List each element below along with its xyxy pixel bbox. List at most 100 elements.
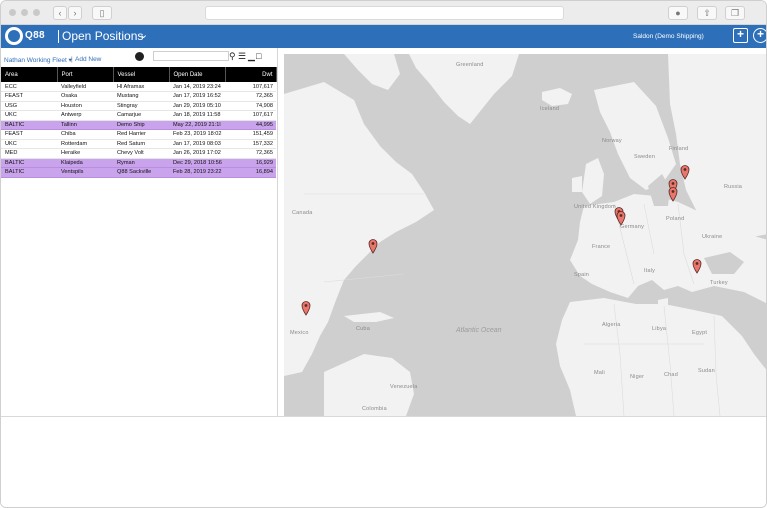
forward-icon[interactable]: › [68,6,82,20]
cell-area: BALTIC [1,120,57,130]
map-label-sweden: Sweden [634,154,656,160]
column-header-open-date[interactable]: Open Date [169,67,226,82]
cell-vessel: Mustang [113,91,169,102]
browser-toolbar: ‹ › ▯ ● ⇧ ❐ [1,1,766,25]
map-label-algeria: Algeria [602,322,621,328]
table-row[interactable]: BALTIC Tallinn Demo Ship May 22, 2019 21:1l… [1,120,276,130]
map-label-united-kingdom: United Kingdom [574,204,616,210]
q88-logo[interactable]: Q88 [5,27,57,46]
app-header: Q88 Open Positions ⌄ Saldon (Demo Shippi… [1,25,766,48]
map-pin-icon[interactable] [368,238,378,254]
cell-dwt: 74,908 [225,101,276,111]
land-ireland [572,176,582,192]
cell-dwt: 157,332 [225,139,276,149]
cell-open-date: Jan 14, 2019 23:24 [169,82,225,92]
cell-area: FEAST [1,91,57,102]
cell-dwt: 107,617 [225,82,276,92]
page-title[interactable]: Open Positions [62,29,143,43]
cell-area: UKC [1,139,57,149]
address-bar[interactable] [205,6,564,20]
table-row[interactable]: BALTIC Klaipeda Ryman Dec 29, 2018 10:56 16,… [1,158,276,168]
land-uk [582,158,604,204]
downloads-icon[interactable]: ● [668,6,688,20]
table-header-row: Area Port Vessel Open Date Dwt [1,67,277,82]
share-icon[interactable]: ⇧ [697,6,717,20]
cell-port: Heraike [57,148,113,159]
map-label-spain: Spain [574,272,590,278]
browser-window: ‹ › ▯ ● ⇧ ❐ Q88 Open Positions ⌄ Saldon … [0,0,767,508]
table-row[interactable]: MED Heraike Chevy Volt Jan 26, 2019 17:02 72… [1,148,276,159]
map-pin-icon[interactable] [692,258,702,274]
chevron-down-icon[interactable]: ⌄ [139,28,148,41]
table-row[interactable]: UKC Antwerp Camarjue Jan 18, 2019 11:58 107,… [1,110,276,121]
cell-area: FEAST [1,129,57,140]
map-view[interactable]: Greenland Iceland Finland Sweden Norway … [284,54,766,416]
map-label-venezuela: Venezuela [390,384,418,390]
land-africa [556,298,766,416]
list-view-icon[interactable]: ☰ [238,51,246,61]
column-header-dwt[interactable]: Dwt [225,67,277,82]
globe-icon[interactable] [135,52,144,61]
minimize-icon[interactable]: ▁ [248,51,255,61]
cell-vessel: Red Harrier [113,129,169,140]
account-name[interactable]: Saldon (Demo Shipping) [633,33,704,40]
add-document-icon[interactable]: + [733,28,748,43]
cell-vessel: Stingray [113,101,169,111]
search-icon[interactable]: ⚲ [229,51,236,61]
minimize-window-button[interactable] [21,9,28,16]
map-label-turkey: Turkey [710,280,728,286]
cell-vessel: Ryman [113,158,169,168]
add-circle-icon[interactable]: + [753,28,766,43]
cell-port: Houston [57,101,113,111]
table-row[interactable]: USG Houston Stingray Jan 29, 2019 05:10 74,9… [1,101,276,111]
cell-area: MED [1,148,57,159]
table-row[interactable]: ECC Valleyfield Hl Aframax Jan 14, 2019 23:… [1,82,276,92]
map-pin-icon[interactable] [616,210,626,226]
column-header-port[interactable]: Port [57,67,114,82]
cell-area: BALTIC [1,158,57,168]
table-row[interactable]: FEAST Osaka Mustang Jan 17, 2019 16:52 72,36… [1,91,276,102]
cell-port: Tallinn [57,120,113,130]
cell-open-date: May 22, 2019 21:1l [169,120,225,130]
table-row[interactable]: UKC Rotterdam Red Saturn Jan 17, 2019 08:03… [1,139,276,149]
fleet-filter-dropdown[interactable]: Nathan Working Fleet ▾ [4,56,72,64]
sidebar-icon[interactable]: ▯ [92,6,112,20]
add-new-link[interactable]: Add New [75,56,101,63]
close-window-button[interactable] [9,9,16,16]
cell-open-date: Jan 17, 2019 08:03 [169,139,225,149]
land-cuba [344,312,394,322]
cell-vessel: Demo Ship [113,120,169,130]
maximize-icon[interactable]: □ [256,51,261,61]
map-label-finland: Finland [669,146,689,152]
cell-open-date: Feb 23, 2019 18:02 [169,129,225,140]
cell-area: UKC [1,110,57,121]
cell-dwt: 44,995 [225,120,276,130]
search-input[interactable] [153,51,229,61]
map-label-chad: Chad [664,372,678,378]
header-divider [58,30,59,43]
back-icon[interactable]: ‹ [53,6,67,20]
map-pin-icon[interactable] [301,300,311,316]
cell-vessel: Hl Aframax [113,82,169,92]
map-pin-icon[interactable] [668,186,678,202]
map-label-mexico: Mexico [290,330,309,336]
map-label-russia: Russia [724,184,743,190]
zoom-window-button[interactable] [33,9,40,16]
map-pin-icon[interactable] [680,164,690,180]
cell-dwt: 16,929 [225,158,276,168]
column-header-vessel[interactable]: Vessel [113,67,170,82]
table-row[interactable]: FEAST Chiba Red Harrier Feb 23, 2019 18:02 1… [1,129,276,140]
cell-port: Osaka [57,91,113,102]
map-label-greenland: Greenland [456,62,484,68]
cell-port: Rotterdam [57,139,113,149]
cell-vessel: Chevy Volt [113,148,169,159]
table-body: ECC Valleyfield Hl Aframax Jan 14, 2019 23:… [1,82,276,178]
table-row[interactable]: BALTIC Ventspils Q88 Sackville Feb 28, 2019… [1,167,276,178]
map-canvas [284,54,766,416]
map-label-sudan: Sudan [698,368,715,374]
tabs-icon[interactable]: ❐ [725,6,745,20]
cell-open-date: Dec 29, 2018 10:56 [169,158,225,168]
cell-area: BALTIC [1,167,57,178]
map-label-poland: Poland [666,216,685,222]
column-header-area[interactable]: Area [1,67,58,82]
